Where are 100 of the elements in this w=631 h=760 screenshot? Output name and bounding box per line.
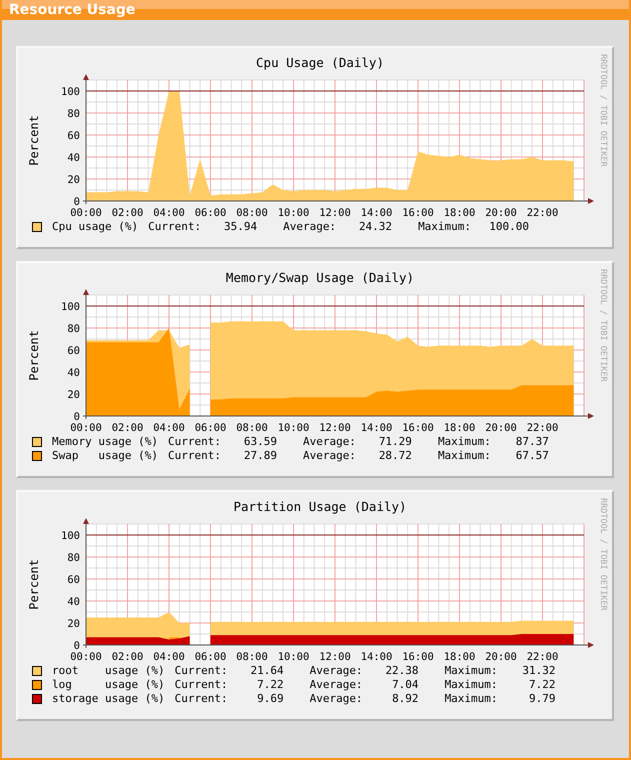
tick-label: 18:00 (444, 651, 476, 663)
stat-value: 7.22 (528, 678, 556, 691)
tick-label: 18:00 (444, 207, 476, 219)
tick-label: 40 (67, 367, 80, 379)
tick-label: 100 (61, 301, 80, 313)
tick-label: 22:00 (526, 422, 558, 434)
tick-label: 04:00 (153, 651, 185, 663)
tick-label: 10:00 (278, 651, 310, 663)
stat-value: 22.38 (384, 664, 419, 677)
stat-value: 7.04 (391, 678, 419, 691)
stat-label: Average: (302, 449, 356, 462)
tick-label: 02:00 (112, 651, 144, 663)
stat-label: Maximum: (438, 449, 491, 462)
tick-label: 100 (61, 530, 80, 542)
stat-label: Maximum: (444, 678, 498, 691)
stat-value: 24.32 (358, 220, 392, 233)
stat-label: Maximum: (438, 435, 491, 448)
stat-value: 7.22 (256, 678, 284, 691)
tick-label: 06:00 (194, 422, 226, 434)
legend-label: Cpu usage (%) (52, 220, 138, 233)
stat-value: 63.59 (242, 435, 277, 448)
stat-label: Maximum: (444, 692, 498, 705)
stat-label: Current: (174, 664, 228, 677)
stat-value: 21.64 (249, 664, 284, 677)
axis-label: Percent (27, 559, 41, 610)
stat-label: Average: (310, 664, 363, 677)
legend-label: storage usage (%) (52, 692, 165, 705)
tick-label: 40 (67, 152, 80, 164)
tick-label: 100 (61, 86, 80, 98)
tick-label: 00:00 (70, 207, 102, 219)
tick-label: 16:00 (402, 651, 434, 663)
tick-label: 20 (67, 618, 80, 630)
tick-label: 02:00 (112, 422, 144, 434)
stat-label: Current: (174, 692, 228, 705)
page-title: Resource Usage (2, 0, 629, 20)
tick-label: 16:00 (402, 422, 434, 434)
tick-label: 0 (74, 411, 80, 423)
stat-value: 9.79 (528, 692, 556, 705)
tick-label: 20 (67, 174, 80, 186)
tick-label: 20:00 (485, 651, 517, 663)
tick-label: 10:00 (278, 422, 310, 434)
credit-text: RRDTOOL / TOBI OETIKER (598, 498, 608, 611)
tick-label: 12:00 (319, 422, 351, 434)
stat-value: 67.57 (514, 449, 549, 462)
tick-label: 04:00 (153, 422, 185, 434)
tick-label: 60 (67, 130, 80, 142)
tick-label: 14:00 (360, 207, 392, 219)
tick-label: 20 (67, 389, 80, 401)
tick-label: 60 (67, 345, 80, 357)
tick-label: 80 (67, 323, 80, 335)
tick-label: 14:00 (360, 422, 392, 434)
tick-label: 08:00 (236, 651, 268, 663)
stat-label: Maximum: (418, 220, 472, 233)
tick-label: 18:00 (444, 422, 476, 434)
stat-value: 100.00 (488, 220, 530, 233)
tick-label: 08:00 (236, 207, 268, 219)
legend-label: log usage (%) (52, 678, 165, 691)
tick-label: 60 (67, 574, 80, 586)
stat-value: 9.69 (256, 692, 284, 705)
tick-label: 12:00 (319, 207, 351, 219)
tick-label: 16:00 (402, 207, 434, 219)
tick-label: 00:00 (70, 422, 102, 434)
stat-value: 35.94 (222, 220, 258, 233)
tick-label: 80 (67, 108, 80, 120)
stat-value: 28.72 (378, 449, 412, 462)
tick-label: 22:00 (526, 207, 558, 219)
tick-label: 0 (74, 196, 80, 208)
axis-label: Percent (27, 330, 41, 381)
stat-label: Average: (310, 678, 363, 691)
stat-label: Current: (168, 435, 221, 448)
legend-label: Memory usage (%) (52, 435, 158, 448)
tick-label: 06:00 (194, 651, 226, 663)
tick-label: 10:00 (278, 207, 310, 219)
tick-label: 00:00 (70, 651, 102, 663)
stat-value: 31.32 (521, 664, 556, 677)
legend-label: root usage (%) (52, 664, 165, 677)
stat-label: Average: (310, 692, 363, 705)
tick-label: 04:00 (153, 207, 185, 219)
tick-label: 14:00 (360, 651, 392, 663)
tick-label: 02:00 (112, 207, 144, 219)
axis-label: Percent (27, 115, 41, 166)
tick-label: 20:00 (485, 207, 517, 219)
tick-label: 12:00 (319, 651, 351, 663)
tick-label: 22:00 (526, 651, 558, 663)
stat-label: Average: (283, 220, 336, 233)
legend-label: Swap usage (%) (52, 449, 158, 462)
stat-label: Average: (302, 435, 356, 448)
stat-label: Current: (168, 449, 221, 462)
tick-label: 0 (74, 640, 80, 652)
credit-text: RRDTOOL / TOBI OETIKER (598, 54, 608, 167)
stat-value: 87.37 (514, 435, 549, 448)
stat-label: Current: (148, 220, 202, 233)
stat-label: Current: (174, 678, 228, 691)
stat-label: Maximum: (444, 664, 498, 677)
stat-value: 27.89 (242, 449, 277, 462)
tick-label: 20:00 (485, 422, 517, 434)
tick-label: 08:00 (236, 422, 268, 434)
stat-value: 8.92 (391, 692, 419, 705)
credit-text: RRDTOOL / TOBI OETIKER (598, 269, 608, 382)
stat-value: 71.29 (378, 435, 412, 448)
